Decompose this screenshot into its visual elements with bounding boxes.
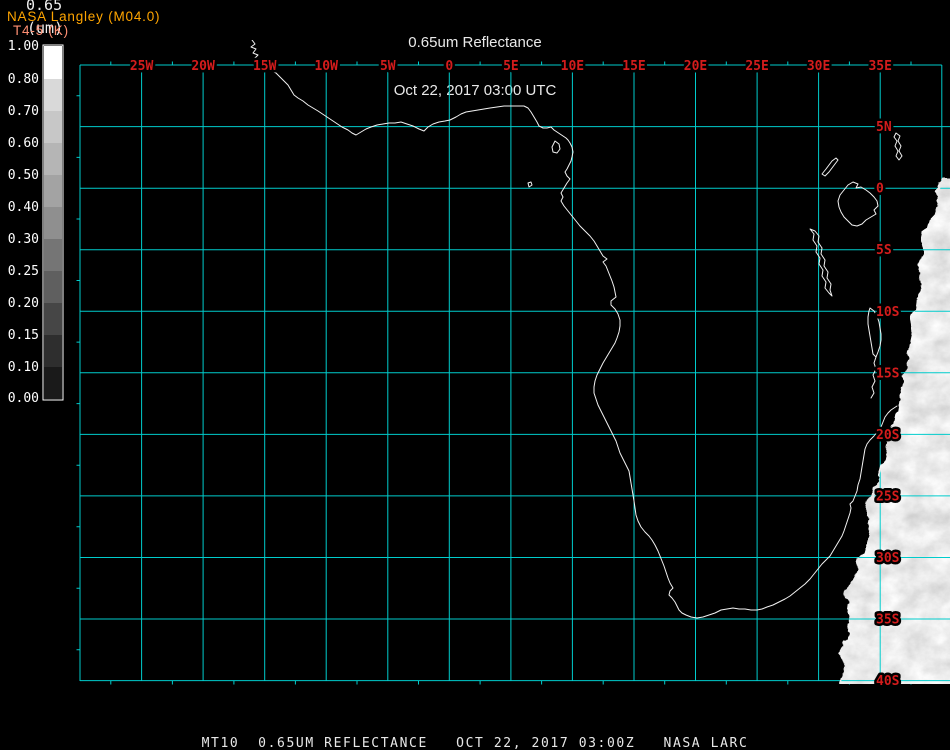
colorbar-segment (44, 271, 62, 303)
satellite-image-viewer: 0.65um Reflectance Oct 22, 2017 03:00 UT… (0, 0, 950, 750)
lon-label: 5E (503, 59, 519, 74)
lon-label: 10E (561, 59, 584, 74)
colorbar-segment (44, 207, 62, 239)
product-label: T4-5 (K) (13, 23, 69, 38)
parallel-lines (80, 64, 950, 682)
lon-label: 15W (253, 59, 277, 74)
colorbar-tick-label: 0.40 (8, 200, 39, 215)
colorbar-tick-label: 0.80 (8, 72, 39, 87)
lon-label: 25W (130, 59, 154, 74)
colorbar-tick-label: 0.10 (8, 360, 39, 375)
colorbar-tick-label: 0.20 (8, 296, 39, 311)
colorbar-segment (44, 175, 62, 207)
lat-label: 5N (876, 120, 892, 135)
colorbar-tick-label: 0.70 (8, 104, 39, 119)
lat-label: 0 (876, 182, 884, 197)
colorbar-segment (44, 335, 62, 367)
lon-label: 35E (868, 59, 891, 74)
colorbar-tick-label: 0.00 (8, 391, 39, 406)
lon-label: 20E (684, 59, 707, 74)
colorbar: 1.00 0.80 0.70 0.60 0.50 0.40 0.30 0.25 … (8, 39, 64, 406)
lat-label: 25S (876, 489, 900, 504)
colorbar-segment (44, 239, 62, 271)
lake-turkana-outline (893, 132, 903, 161)
lat-label: 5S (876, 243, 892, 258)
sao-tome-island-outline (527, 181, 533, 188)
lat-label: 20S (876, 428, 900, 443)
colorbar-tick-label: 0.30 (8, 232, 39, 247)
colorbar-segment (44, 303, 62, 335)
lat-label: 35S (876, 613, 900, 628)
lon-label: 0 (445, 59, 453, 74)
lon-label: 5W (380, 59, 396, 74)
image-footer-caption: MT10 0.65UM REFLECTANCE OCT 22, 2017 03:… (201, 736, 749, 750)
lat-label: 15S (876, 366, 900, 381)
lat-label: 30S (876, 551, 900, 566)
lake-albert-outline (821, 157, 839, 177)
bioko-island-outline (551, 140, 561, 154)
colorbar-tick-label: 1.00 (8, 39, 39, 54)
lon-label: 30E (807, 59, 830, 74)
lon-label: 20W (191, 59, 215, 74)
colorbar-segment (44, 143, 62, 175)
colorbar-tick-label: 0.60 (8, 136, 39, 151)
colorbar-tick-label: 0.25 (8, 264, 39, 279)
colorbar-segment (44, 367, 62, 399)
lon-label: 15E (622, 59, 645, 74)
lat-label: 10S (876, 305, 900, 320)
map-canvas: 1.00 0.80 0.70 0.60 0.50 0.40 0.30 0.25 … (8, 39, 950, 692)
credit-label: NASA Langley (M04.0) (7, 9, 161, 24)
colorbar-segment (44, 79, 62, 111)
graticule (76, 61, 950, 685)
lat-label: 40S (876, 674, 900, 689)
lake-tanganyika-outline (809, 228, 833, 297)
lon-label: 10W (314, 59, 338, 74)
colorbar-tick-label: 0.50 (8, 168, 39, 183)
colorbar-segment (44, 111, 62, 143)
colorbar-tick-label: 0.15 (8, 328, 39, 343)
lon-label: 25E (745, 59, 768, 74)
colorbar-segment (44, 46, 62, 79)
longitude-labels: 25W 20W 15W 10W 5W 0 5E 10E 15E 20E 25E … (127, 57, 894, 77)
